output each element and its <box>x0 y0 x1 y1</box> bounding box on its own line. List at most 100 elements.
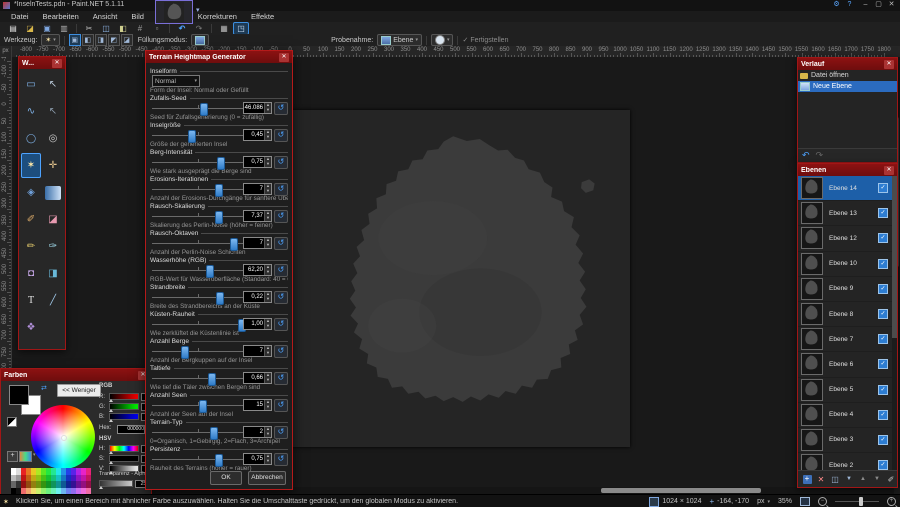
layer-row[interactable]: Ebene 9✓ <box>798 277 897 302</box>
layer-visibility-checkbox[interactable]: ✓ <box>878 183 888 193</box>
reset-button[interactable]: ↺ <box>274 291 288 304</box>
rulers-icon[interactable] <box>233 22 249 35</box>
colors-titlebar[interactable]: Farben ✕ <box>1 369 151 381</box>
reset-button[interactable]: ↺ <box>274 399 288 412</box>
spinner-down-icon[interactable]: ▼ <box>265 108 271 113</box>
hsv-channel-slider[interactable] <box>109 445 139 452</box>
menu-item-bild[interactable]: Bild <box>124 11 151 22</box>
slider-track[interactable] <box>152 324 244 325</box>
zoom-slider[interactable] <box>835 501 879 502</box>
value-input[interactable]: 1,00▲▼ <box>243 318 272 330</box>
swap-colors-icon[interactable]: ⇄ <box>41 384 47 392</box>
spinner-down-icon[interactable]: ▼ <box>265 216 271 221</box>
selection-mode-intersect[interactable]: ◩ <box>108 34 120 46</box>
layer-row[interactable]: Ebene 8✓ <box>798 302 897 327</box>
history-item[interactable]: Datei öffnen <box>798 70 897 81</box>
spinner[interactable]: ▲▼ <box>264 319 271 329</box>
slider-track[interactable] <box>152 459 244 460</box>
duplicate-layer-icon[interactable] <box>829 473 841 485</box>
value-input[interactable]: 15▲▼ <box>243 399 272 411</box>
new-file-icon[interactable] <box>5 22 21 35</box>
slider-thumb[interactable] <box>210 427 218 440</box>
less-more-toggle-button[interactable]: << Weniger <box>57 384 101 397</box>
slider-track[interactable] <box>152 216 244 217</box>
layer-row[interactable]: Ebene 2✓ <box>798 453 897 470</box>
reset-button[interactable]: ↺ <box>274 426 288 439</box>
menu-item-datei[interactable]: Datei <box>4 11 36 22</box>
magic-wand-tool[interactable] <box>21 153 41 178</box>
slider-track[interactable] <box>152 297 244 298</box>
settings-gear-icon[interactable]: ⚙ <box>830 0 843 10</box>
spinner[interactable]: ▲▼ <box>264 184 271 194</box>
slider-thumb[interactable] <box>200 103 208 116</box>
unit-dropdown[interactable]: px ▾ <box>757 498 770 505</box>
spinner-down-icon[interactable]: ▼ <box>265 135 271 140</box>
zoom-percentage[interactable]: 35% <box>778 498 792 505</box>
layer-visibility-checkbox[interactable]: ✓ <box>878 435 888 445</box>
zoom-out-icon[interactable]: − <box>818 497 827 506</box>
rectangle-select-tool[interactable] <box>21 72 41 97</box>
layer-visibility-checkbox[interactable]: ✓ <box>878 208 888 218</box>
spinner-down-icon[interactable]: ▼ <box>265 324 271 329</box>
spinner-down-icon[interactable]: ▼ <box>265 162 271 167</box>
layer-visibility-checkbox[interactable]: ✓ <box>878 233 888 243</box>
slider-track[interactable] <box>152 162 244 163</box>
layer-visibility-checkbox[interactable]: ✓ <box>878 385 888 395</box>
swatch-dropdown[interactable]: ▾ <box>431 34 454 46</box>
slider-thumb[interactable] <box>230 238 238 251</box>
slider-thumb[interactable] <box>199 400 207 413</box>
ellipse-select-tool[interactable] <box>21 126 41 151</box>
spinner-down-icon[interactable]: ▼ <box>265 297 271 302</box>
slider-thumb[interactable] <box>216 292 224 305</box>
value-input[interactable]: 7▲▼ <box>243 345 272 357</box>
layer-row[interactable]: Ebene 4✓ <box>798 403 897 428</box>
shapes-tool[interactable] <box>21 315 41 340</box>
zoom-in-icon[interactable]: + <box>887 497 896 506</box>
value-input[interactable]: 7,37▲▼ <box>243 210 272 222</box>
save-file-icon[interactable] <box>39 22 55 35</box>
value-input[interactable]: 0,22▲▼ <box>243 291 272 303</box>
layer-row[interactable]: Ebene 3✓ <box>798 428 897 453</box>
layer-visibility-checkbox[interactable]: ✓ <box>878 309 888 319</box>
palette-menu-button[interactable] <box>19 451 32 462</box>
slider-thumb[interactable] <box>215 211 223 224</box>
move-layer-up-icon[interactable] <box>857 473 869 485</box>
scrollbar-thumb[interactable] <box>892 176 897 338</box>
layer-row[interactable]: Ebene 12✓ <box>798 226 897 251</box>
selection-mode-subtract[interactable]: ◨ <box>95 34 107 46</box>
crop-to-selection-icon[interactable] <box>132 22 148 35</box>
help-icon[interactable]: ? <box>843 0 856 10</box>
finish-button[interactable]: Fertigstellen <box>470 37 508 44</box>
fill-mode-button[interactable] <box>191 34 209 46</box>
zoom-slider-thumb[interactable] <box>859 497 863 506</box>
clone-stamp-tool[interactable] <box>21 261 41 286</box>
close-button[interactable]: ✕ <box>885 0 898 10</box>
value-input[interactable]: 7▲▼ <box>243 237 272 249</box>
reset-button[interactable]: ↺ <box>274 129 288 142</box>
slider-track[interactable] <box>152 378 244 379</box>
copy-icon[interactable] <box>98 22 114 35</box>
paint-bucket-tool[interactable] <box>21 180 41 205</box>
layers-titlebar[interactable]: Ebenen ✕ <box>798 164 897 176</box>
spinner[interactable]: ▲▼ <box>264 157 271 167</box>
spinner-down-icon[interactable]: ▼ <box>265 351 271 356</box>
line-curve-tool[interactable] <box>43 288 63 313</box>
spinner[interactable]: ▲▼ <box>264 238 271 248</box>
cut-icon[interactable] <box>81 22 97 35</box>
selection-mode-invert[interactable]: ◪ <box>121 34 133 46</box>
history-titlebar[interactable]: Verlauf ✕ <box>798 58 897 70</box>
reset-colors-icon[interactable] <box>7 417 17 427</box>
layer-visibility-checkbox[interactable]: ✓ <box>878 284 888 294</box>
reset-button[interactable]: ↺ <box>274 237 288 250</box>
hex-input[interactable]: 000000 <box>117 425 145 434</box>
text-tool[interactable] <box>21 288 41 313</box>
spinner-down-icon[interactable]: ▼ <box>265 189 271 194</box>
close-icon[interactable]: ✕ <box>52 59 62 68</box>
slider-thumb[interactable] <box>206 265 214 278</box>
value-input[interactable]: 2▲▼ <box>243 426 272 438</box>
layer-visibility-checkbox[interactable]: ✓ <box>878 410 888 420</box>
ok-button[interactable]: OK <box>210 471 242 485</box>
slider-track[interactable] <box>152 270 244 271</box>
spinner-down-icon[interactable]: ▼ <box>265 405 271 410</box>
reset-button[interactable]: ↺ <box>274 183 288 196</box>
